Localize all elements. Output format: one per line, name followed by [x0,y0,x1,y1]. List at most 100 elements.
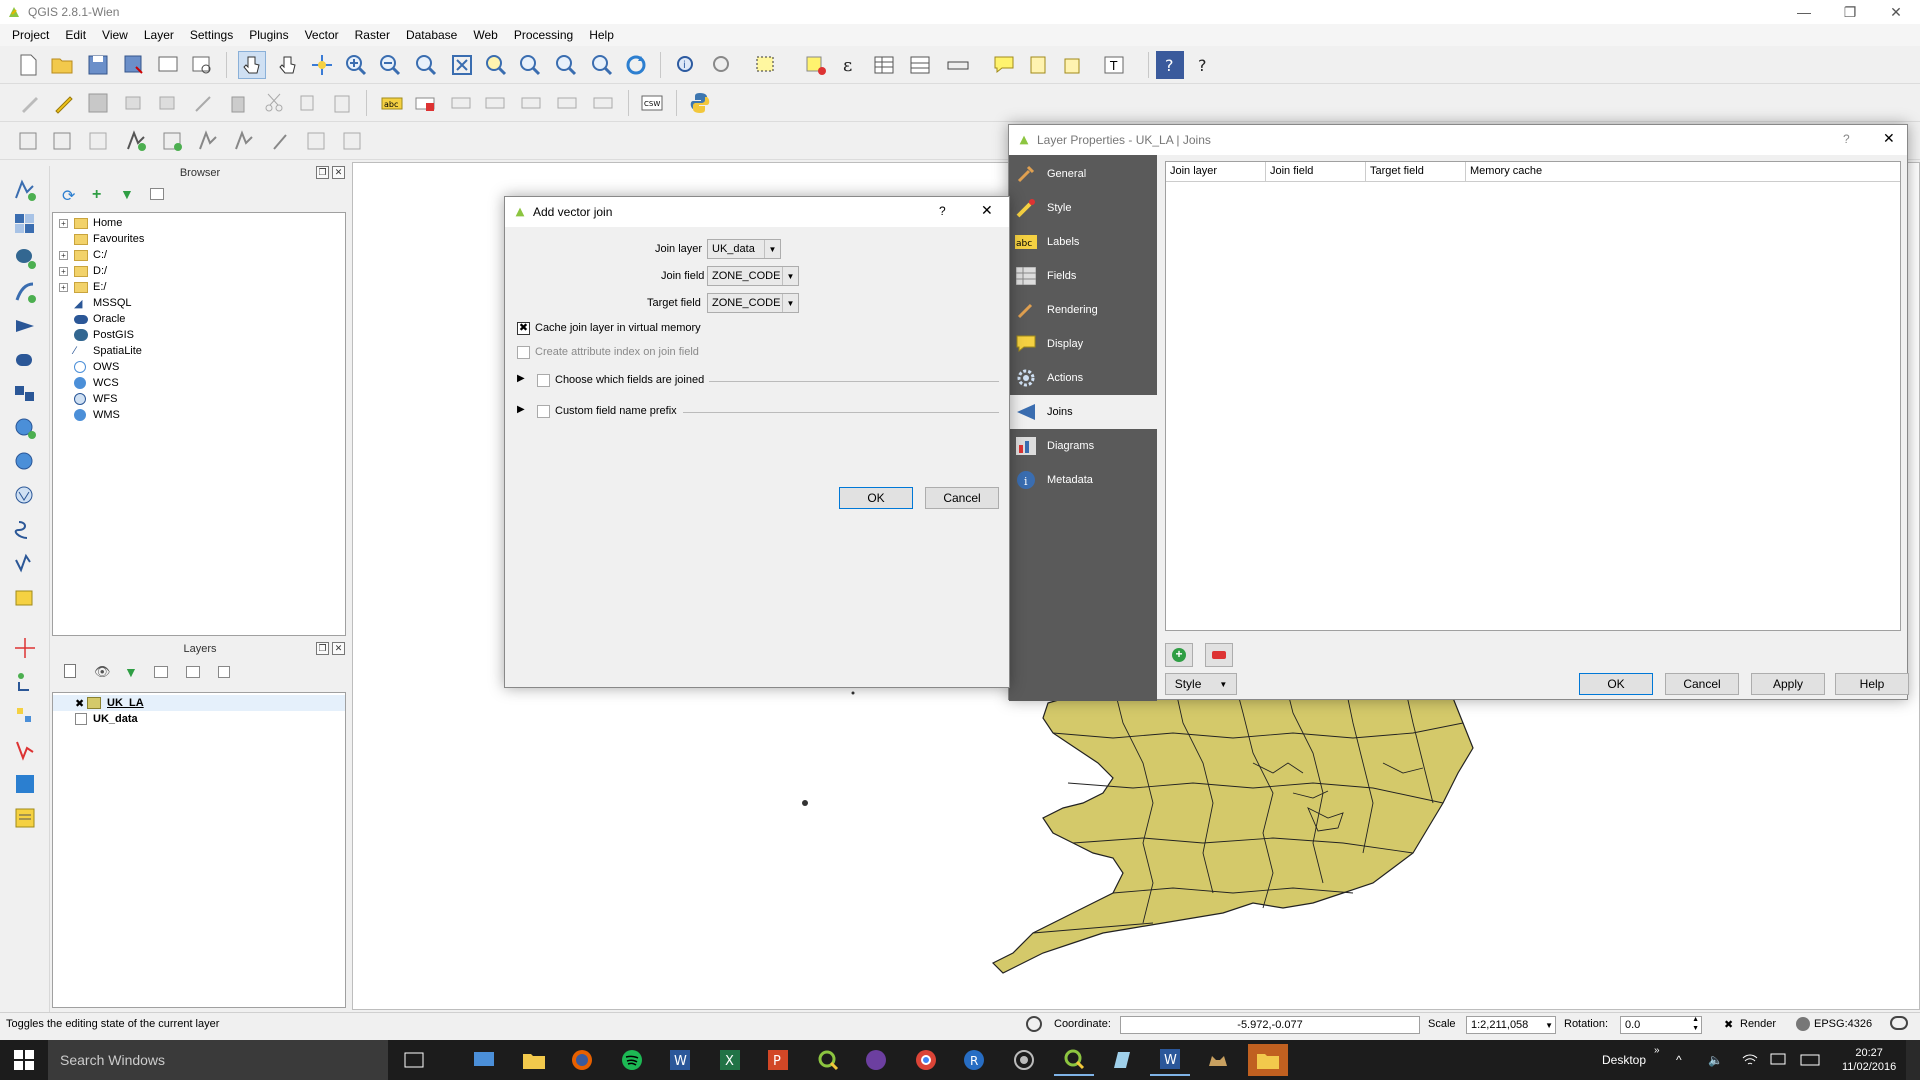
task-view-icon[interactable] [394,1044,434,1076]
attribute-table-icon[interactable] [870,51,898,79]
messages-icon[interactable] [1890,1016,1908,1030]
move-feature-icon[interactable] [154,89,182,117]
refresh-icon[interactable] [622,51,650,79]
qgis-active-taskbar-icon[interactable] [1054,1044,1094,1076]
run-feature-action-icon[interactable] [708,51,736,79]
expand-arrow-icon[interactable]: ▶ [517,373,525,384]
globe-icon[interactable] [1796,1017,1810,1031]
add-postgis-icon[interactable] [11,244,39,272]
browser-item-wms[interactable]: WMS [74,407,120,423]
add-feature-icon[interactable] [120,89,148,117]
save-project-icon[interactable] [84,51,112,79]
remove-layer-icon[interactable] [218,666,230,678]
join-field-select[interactable]: ZONE_CODE ▼ [707,266,799,286]
browser-item-c-drive[interactable]: + C:/ [59,247,107,263]
excel-icon[interactable]: X [710,1044,750,1076]
add-vector-layer-icon[interactable] [194,127,222,155]
layer-tool-a-icon[interactable] [266,127,294,155]
select-features-icon[interactable] [752,51,780,79]
camera-app-icon[interactable] [1004,1044,1044,1076]
field-calculator-icon[interactable] [906,51,934,79]
sidebar-item-joins[interactable]: Joins [1009,395,1157,429]
file-explorer-icon[interactable] [514,1044,554,1076]
whats-this-icon[interactable]: ? [1190,51,1218,79]
zoom-full-icon[interactable] [448,51,476,79]
help-question-icon[interactable]: ? [939,204,946,218]
cat-app-icon[interactable] [1198,1044,1238,1076]
cancel-button[interactable]: Cancel [1665,673,1739,695]
pan-to-selection-icon[interactable] [308,51,336,79]
tray-expand-icon[interactable]: ^ [1676,1040,1682,1080]
ok-button[interactable]: OK [839,487,913,509]
menu-vector[interactable]: Vector [297,28,347,42]
browser-item-d-drive[interactable]: + D:/ [59,263,107,279]
apply-button[interactable]: Apply [1751,673,1825,695]
spin-arrows-icon[interactable]: ▲ ▼ [1692,1015,1699,1033]
browser-item-home[interactable]: + Home [59,215,122,231]
add-group-icon[interactable] [64,664,76,678]
geometry-tool-icon[interactable] [11,668,39,696]
browser-item-wfs[interactable]: WFS [74,391,117,407]
expand-arrow-icon[interactable]: ▶ [517,404,525,415]
filter-legend-icon[interactable]: ▼ [124,664,138,680]
show-hide-labels-icon[interactable] [482,89,510,117]
notes-icon[interactable] [11,804,39,832]
sidebar-item-rendering[interactable]: Rendering [1009,293,1157,327]
composer-manager-icon[interactable] [188,51,216,79]
zoom-native-icon[interactable] [412,51,440,79]
browser-item-favourites[interactable]: Favourites [74,231,144,247]
menu-processing[interactable]: Processing [506,28,581,42]
column-header[interactable]: Memory cache [1466,162,1900,182]
scale-combo[interactable]: 1:2,211,058 ▼ [1466,1016,1556,1034]
clock[interactable]: 20:27 11/02/2016 [1842,1040,1896,1080]
current-edits-icon[interactable] [16,89,44,117]
label-highlight-icon[interactable] [412,89,440,117]
layer-item-uk-la[interactable]: ✖ UK_LA [53,695,345,711]
windows-start-icon[interactable] [4,1044,44,1076]
help-question-icon[interactable]: ? [1843,132,1850,146]
filter-icon[interactable]: ▼ [120,186,134,202]
chrome-icon[interactable] [906,1044,946,1076]
refresh-icon[interactable]: ⟳ [62,186,75,206]
add-mssql-icon[interactable] [11,312,39,340]
menu-view[interactable]: View [94,28,136,42]
expand-icon[interactable]: + [59,266,68,276]
layer-tool-b-icon[interactable] [302,127,330,155]
taskbar-search[interactable]: Search Windows [48,1040,388,1080]
browser-item-ows[interactable]: OWS [74,359,119,375]
copy-features-icon[interactable] [294,89,322,117]
layer-item-uk-data[interactable]: UK_data [53,711,138,727]
collapse-all-icon[interactable] [150,188,164,200]
render-checkbox[interactable]: ✖ [1724,1018,1733,1031]
custom-prefix-checkbox[interactable] [537,405,550,418]
powerpoint-icon[interactable]: P [758,1044,798,1076]
browser-item-e-drive[interactable]: + E:/ [59,279,106,295]
zoom-last-icon[interactable] [552,51,580,79]
csw-icon[interactable]: CSW [638,89,666,117]
browser-item-postgis[interactable]: PostGIS [74,327,134,343]
close-icon[interactable]: ✕ [981,202,993,219]
panel-float-icon[interactable]: ❐ [316,166,329,179]
menu-web[interactable]: Web [465,28,505,42]
vector-tool-icon[interactable] [11,736,39,764]
close-icon[interactable]: ✕ [1876,0,1916,24]
expand-icon[interactable]: + [59,282,68,292]
desktop-toolbar-label[interactable]: Desktop [1602,1040,1646,1080]
layer-tool-c-icon[interactable] [338,127,366,155]
add-spatialite-icon[interactable] [11,278,39,306]
new-shapefile-icon[interactable] [14,127,42,155]
zoom-next-icon[interactable] [588,51,616,79]
delete-selected-icon[interactable] [224,89,252,117]
pin-labels-icon[interactable] [448,89,476,117]
column-header[interactable]: Join layer [1166,162,1266,182]
sidebar-item-metadata[interactable]: i Metadata [1009,463,1157,497]
sidebar-item-diagrams[interactable]: Diagrams [1009,429,1157,463]
panel-float-icon[interactable]: ❐ [316,642,329,655]
move-label-icon[interactable] [518,89,546,117]
show-desktop-button[interactable] [1906,1040,1920,1080]
georeferencer-icon[interactable] [11,770,39,798]
panel-close-icon[interactable]: ✕ [332,642,345,655]
add-selected-layers-icon[interactable]: + [92,186,101,204]
manage-visibility-icon[interactable]: 👁 [94,664,111,680]
minimize-icon[interactable]: — [1784,0,1824,24]
